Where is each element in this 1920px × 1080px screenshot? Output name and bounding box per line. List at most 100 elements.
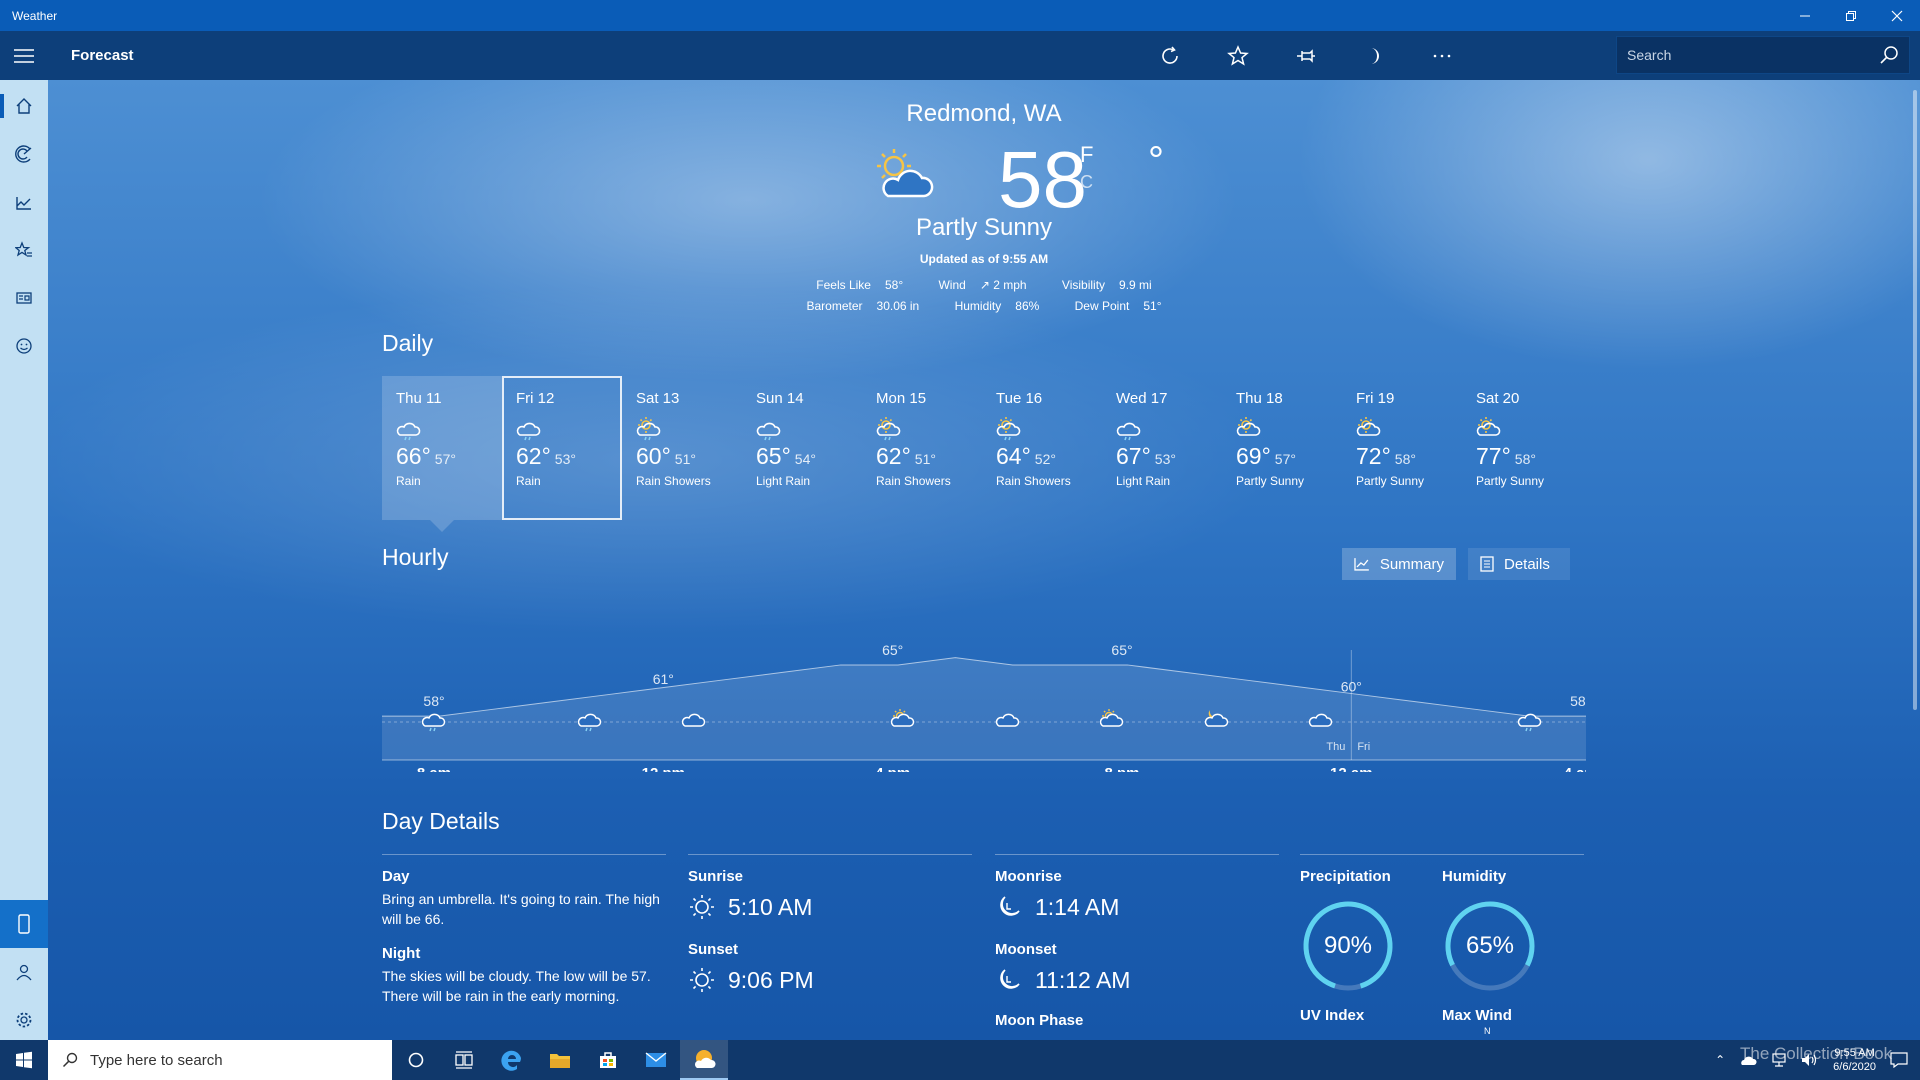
vertical-scrollbar[interactable]	[1913, 90, 1917, 710]
search-icon	[62, 1052, 78, 1068]
details-button[interactable]: Details	[1468, 548, 1570, 580]
cortana-circle-icon[interactable]	[392, 1040, 440, 1080]
day-low: 53°	[554, 451, 576, 467]
sun-shower-icon	[996, 417, 1021, 441]
search-box[interactable]	[1616, 36, 1910, 74]
daily-day-card[interactable]: Thu 18 69° 57° Partly Sunny	[1222, 376, 1342, 520]
day-condition: Light Rain	[1116, 474, 1171, 488]
stat-barometer: Barometer 30.06 in	[806, 299, 920, 313]
temperature-value: 58	[998, 135, 1087, 224]
hamburger-menu-icon[interactable]	[0, 31, 48, 80]
day-high: 69°	[1236, 443, 1271, 469]
taskbar: Type here to search ⌃ 9:55 AM 6/6/2020	[0, 1040, 1920, 1080]
daily-day-card[interactable]: Mon 15 62° 51° Rain Showers	[862, 376, 982, 520]
unit-fahrenheit-toggle[interactable]: F	[1080, 142, 1093, 168]
wind-direction-label: N	[1484, 1026, 1491, 1036]
mail-icon[interactable]	[632, 1040, 680, 1080]
day-name: Mon 15	[876, 390, 927, 407]
rain-icon	[756, 422, 781, 441]
degree-symbol: °	[1148, 139, 1164, 183]
day-condition: Partly Sunny	[1356, 474, 1425, 488]
precipitation-value: 90%	[1323, 932, 1373, 959]
day-high: 77°	[1476, 443, 1511, 469]
nav-feedback-icon[interactable]	[0, 322, 48, 370]
windows-start-icon[interactable]	[0, 1040, 48, 1080]
day-condition: Partly Sunny	[1236, 474, 1305, 488]
day-condition: Rain Showers	[636, 474, 711, 488]
hourly-temp-label: 65°	[882, 642, 903, 658]
close-button[interactable]	[1874, 0, 1920, 31]
moon-times: Moonrise 1:14 AM Moonset 11:12 AM Moon P…	[995, 868, 1279, 1029]
taskbar-search-box[interactable]: Type here to search	[48, 1040, 392, 1080]
day-low: 58°	[1394, 451, 1416, 467]
window-title: Weather	[12, 8, 58, 23]
sun-shower-icon	[876, 417, 901, 441]
daily-day-card[interactable]: Tue 16 64° 52° Rain Showers	[982, 376, 1102, 520]
day-high: 65°	[756, 443, 791, 469]
window-controls	[1782, 0, 1920, 31]
stat-dew-point: Dew Point 51°	[1074, 299, 1162, 313]
moonrise-icon	[1000, 896, 1020, 916]
search-icon[interactable]	[1879, 45, 1899, 65]
daily-day-card[interactable]: Sat 13 60° 51° Rain Showers	[622, 376, 742, 520]
nav-maps-icon[interactable]	[0, 130, 48, 178]
daily-day-card[interactable]: Wed 17 67° 53° Light Rain	[1102, 376, 1222, 520]
moon-phase-label: Moon Phase	[995, 1012, 1084, 1029]
day-low: 57°	[434, 451, 456, 467]
daily-day-card[interactable]: Thu 11 66° 57° Rain	[382, 376, 502, 532]
location-name: Redmond, WA	[906, 100, 1062, 127]
nav-home-icon[interactable]	[0, 82, 48, 130]
hourly-chart: 58°8 am61°12 pm65°4 pm65°8 pm60°12 am58°…	[382, 642, 1586, 772]
moonrise-label: Moonrise	[995, 868, 1062, 885]
more-options-icon[interactable]	[1408, 31, 1476, 80]
day-high: 62°	[516, 443, 551, 469]
edge-browser-icon[interactable]	[488, 1040, 536, 1080]
hourly-temp-label: 58°	[1570, 693, 1586, 709]
notification-center-icon[interactable]	[1890, 1052, 1908, 1068]
nav-news-icon[interactable]	[0, 274, 48, 322]
day-divider-label: Fri	[1357, 741, 1370, 753]
search-input[interactable]	[1627, 47, 1879, 63]
unit-celsius-toggle[interactable]: C	[1080, 172, 1093, 193]
moon-icon[interactable]	[1340, 31, 1408, 80]
daily-day-card[interactable]: Fri 19 72° 58° Partly Sunny	[1342, 376, 1462, 520]
main-content: Redmond, WA 58 ° F C Partly Sunny Update…	[48, 80, 1920, 1040]
store-bag-icon[interactable]	[584, 1040, 632, 1080]
minimize-button[interactable]	[1782, 0, 1828, 31]
file-explorer-icon[interactable]	[536, 1040, 584, 1080]
nav-settings-gear-icon[interactable]	[0, 996, 48, 1044]
nav-phone-icon[interactable]	[0, 900, 48, 948]
nav-historical-icon[interactable]	[0, 178, 48, 226]
restore-button[interactable]	[1828, 0, 1874, 31]
daily-day-card[interactable]: Sat 20 77° 58° Partly Sunny	[1462, 376, 1582, 520]
hourly-title: Hourly	[382, 544, 449, 570]
daily-day-card[interactable]: Sun 14 65° 54° Light Rain	[742, 376, 862, 520]
tray-chevron-up-icon[interactable]: ⌃	[1715, 1053, 1725, 1067]
page-title: Forecast	[71, 47, 134, 64]
day-condition: Rain Showers	[876, 474, 951, 488]
weather-app-icon[interactable]	[680, 1040, 728, 1080]
day-low: 54°	[794, 451, 816, 467]
day-condition: Rain	[396, 474, 421, 488]
hourly-time-label: 4 am	[1564, 765, 1586, 772]
day-high: 60°	[636, 443, 671, 469]
pin-icon[interactable]	[1272, 31, 1340, 80]
hourly-time-label: 12 pm	[642, 765, 685, 772]
day-name: Sat 20	[1476, 390, 1520, 407]
nav-places-icon[interactable]	[0, 226, 48, 274]
favorite-star-icon[interactable]	[1204, 31, 1272, 80]
chart-icon	[1354, 558, 1369, 571]
day-condition: Light Rain	[756, 474, 811, 488]
daily-day-card[interactable]: Fri 12 62° 53° Rain	[502, 376, 622, 520]
task-view-icon[interactable]	[440, 1040, 488, 1080]
nav-account-icon[interactable]	[0, 948, 48, 996]
day-condition: Rain	[516, 474, 541, 488]
stat-humidity: Humidity 86%	[954, 299, 1040, 313]
uv-index-label: UV Index	[1300, 1007, 1365, 1024]
partly-sunny-icon	[1356, 417, 1381, 436]
sunrise-label: Sunrise	[688, 868, 744, 885]
precipitation-block: Precipitation	[1300, 868, 1440, 885]
day-high: 72°	[1356, 443, 1391, 469]
refresh-icon[interactable]	[1136, 31, 1204, 80]
summary-button[interactable]: Summary	[1342, 548, 1456, 580]
